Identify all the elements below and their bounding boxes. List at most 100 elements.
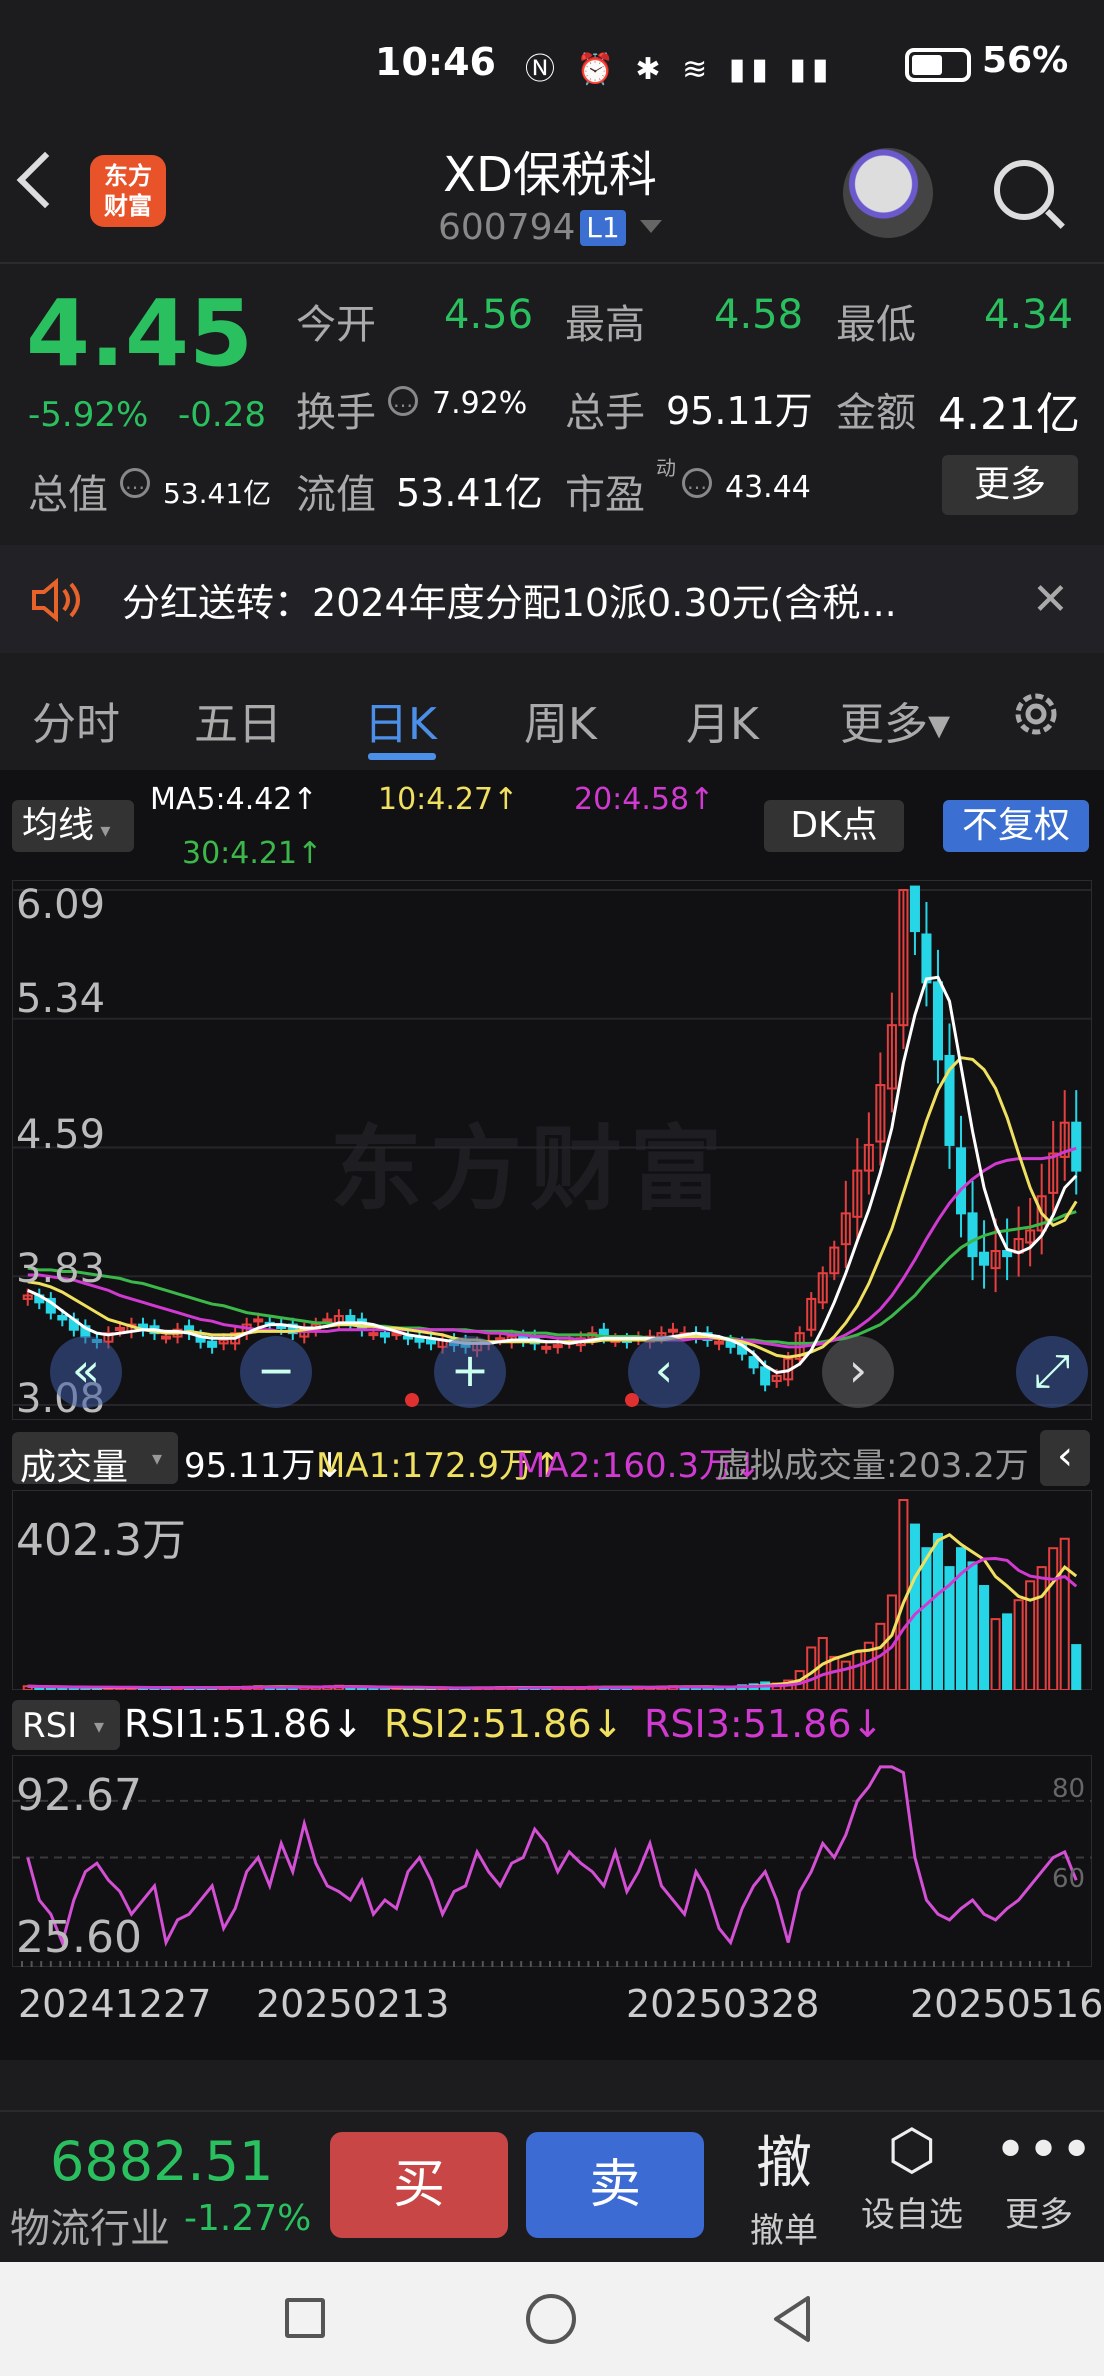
back-nav-icon[interactable]	[770, 2294, 814, 2344]
open-label: 今开	[296, 302, 376, 348]
dk-point-button[interactable]: DK点	[764, 800, 904, 852]
candle	[921, 933, 932, 984]
buy-button[interactable]: 买	[330, 2132, 508, 2238]
candle	[414, 1337, 425, 1343]
app-logo[interactable]: 东方 财富	[90, 155, 166, 227]
virtual-volume: 虚拟成交量:203.2万	[716, 1446, 1029, 1486]
more-actions-label: 更多	[1005, 2195, 1073, 2235]
rsi-selector-label: RSI	[22, 1706, 78, 1746]
adjust-button[interactable]: 不复权	[943, 800, 1089, 852]
change-percent: -5.92%	[28, 395, 149, 435]
speaker-icon	[32, 578, 80, 622]
volume-bar	[955, 1547, 967, 1690]
info-icon[interactable]: …	[682, 468, 712, 498]
chevron-down-icon[interactable]	[640, 220, 662, 233]
more-quote-button[interactable]: 更多	[942, 455, 1078, 515]
back-icon[interactable]	[16, 151, 74, 209]
info-icon[interactable]: …	[388, 386, 418, 416]
tab-monthly-k[interactable]: 月K	[686, 688, 759, 752]
tab-more[interactable]: 更多▾	[840, 688, 950, 752]
zoom-out-icon[interactable]: −	[240, 1336, 312, 1408]
status-time: 10:46	[375, 40, 496, 84]
rsi-selector[interactable]: RSI ▾	[12, 1700, 120, 1750]
cancel-order-label: 撤单	[750, 2211, 818, 2251]
more-actions-button[interactable]: ••• 更多	[994, 2118, 1094, 2236]
tab-weekly-k[interactable]: 周K	[524, 688, 597, 752]
sector-change: -1.27%	[184, 2198, 312, 2239]
stock-name: XD保税科	[443, 147, 657, 203]
candle	[714, 1340, 725, 1345]
candle	[207, 1340, 218, 1348]
sector-index-value[interactable]: 6882.51	[50, 2130, 273, 2193]
candle	[160, 1335, 172, 1340]
low-label: 最低	[836, 302, 916, 348]
mktcap-value: 53.41亿	[163, 477, 272, 510]
battery-icon	[905, 48, 971, 82]
ma30-line	[27, 1210, 1077, 1345]
high-label: 最高	[565, 302, 645, 348]
candle	[967, 1212, 978, 1258]
pe-superscript: 动	[656, 456, 676, 480]
candle	[552, 1344, 563, 1349]
x-tick-label: 20241227	[18, 1982, 212, 2026]
candle	[979, 1251, 990, 1266]
volume-bar	[967, 1561, 978, 1690]
candle	[57, 1315, 68, 1321]
candle	[541, 1345, 552, 1350]
low-value: 4.34	[984, 292, 1074, 338]
level-badge: L1	[580, 210, 626, 246]
volume-bar	[1059, 1537, 1070, 1690]
scroll-right-icon[interactable]: ›	[822, 1336, 894, 1408]
stock-code[interactable]: 600794	[438, 207, 575, 248]
volume-bar	[1036, 1566, 1047, 1690]
collapse-panel-icon[interactable]: ‹	[1040, 1430, 1090, 1486]
open-value: 4.56	[444, 292, 534, 338]
candle	[402, 1335, 414, 1340]
pe-label: 市盈	[565, 472, 645, 518]
candle	[760, 1366, 771, 1386]
sector-name[interactable]: 物流行业	[10, 2196, 170, 2254]
candle	[322, 1318, 333, 1323]
high-value: 4.58	[714, 292, 804, 338]
y-tick-label: 5.34	[16, 976, 106, 1022]
zoom-in-icon[interactable]: +	[434, 1336, 506, 1408]
turnover-value: 7.92%	[432, 386, 528, 421]
status-icons: Ⓝ ⏰ ✱ ≋ ▮▮ ▮▮	[525, 52, 835, 87]
scroll-left-icon[interactable]: ‹	[628, 1336, 700, 1408]
tab-5day[interactable]: 五日	[194, 688, 282, 752]
ma5-legend: MA5:4.42↑	[150, 782, 318, 817]
rsi-chart[interactable]	[12, 1755, 1092, 1967]
close-icon[interactable]: ✕	[1032, 574, 1069, 625]
candle	[1071, 1121, 1082, 1172]
add-watchlist-button[interactable]: ⬡ 设自选	[852, 2118, 972, 2236]
cancel-order-button[interactable]: 撤 撤单	[742, 2118, 826, 2252]
kline-chart[interactable]	[12, 880, 1092, 1420]
volume-bar	[806, 1646, 817, 1690]
tab-intraday[interactable]: 分时	[32, 688, 120, 752]
volume-label: 总手	[565, 390, 645, 436]
tab-daily-k[interactable]: 日K	[364, 688, 437, 752]
candle	[379, 1332, 390, 1338]
volume-bar	[932, 1533, 944, 1690]
sell-button[interactable]: 卖	[526, 2132, 704, 2238]
candle	[667, 1328, 679, 1333]
gear-icon[interactable]	[1008, 686, 1064, 742]
recent-apps-icon[interactable]	[285, 2298, 325, 2338]
volume-bar	[1071, 1644, 1082, 1690]
ma-selector[interactable]: 均线 ▾	[12, 800, 134, 852]
volume-bar	[979, 1585, 990, 1690]
candle	[1002, 1250, 1013, 1258]
candle	[955, 1147, 967, 1215]
divider	[0, 262, 1104, 264]
more-icon: •••	[994, 2118, 1094, 2183]
fullscreen-icon[interactable]: ⤢	[1016, 1336, 1088, 1408]
info-icon[interactable]: …	[120, 468, 150, 498]
search-icon[interactable]	[994, 160, 1054, 220]
notice-text[interactable]: 分红送转：2024年度分配10派0.30元(含税...	[122, 572, 897, 627]
candle	[114, 1327, 125, 1332]
scroll-left-fast-icon[interactable]: «	[50, 1336, 122, 1408]
volume-indicator-selector[interactable]: 成交量 ▾	[12, 1432, 178, 1488]
hexagon-icon: ⬡	[887, 2118, 937, 2183]
robot-assistant-icon[interactable]	[843, 148, 933, 238]
home-icon[interactable]	[526, 2294, 576, 2344]
